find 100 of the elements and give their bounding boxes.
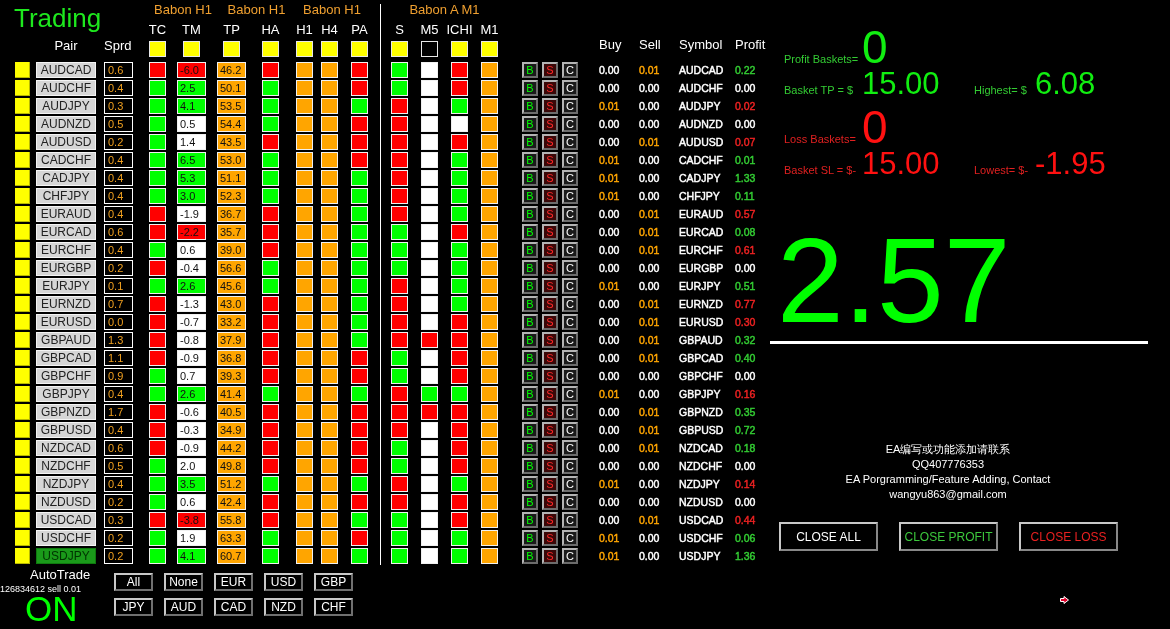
row-toggle[interactable] <box>15 350 30 366</box>
close-order-button[interactable]: C <box>562 422 578 438</box>
column-toggle[interactable] <box>451 41 468 57</box>
filter-button[interactable]: CAD <box>214 598 253 616</box>
pair-button[interactable]: GBPUSD <box>36 422 96 438</box>
close-order-button[interactable]: C <box>562 512 578 528</box>
buy-button[interactable]: B <box>522 278 538 294</box>
sell-button[interactable]: S <box>542 134 558 150</box>
column-toggle[interactable] <box>321 41 338 57</box>
close-order-button[interactable]: C <box>562 62 578 78</box>
row-toggle[interactable] <box>15 80 30 96</box>
pair-button[interactable]: NZDCHF <box>36 458 96 474</box>
sell-button[interactable]: S <box>542 350 558 366</box>
close-order-button[interactable]: C <box>562 188 578 204</box>
pair-button[interactable]: GBPCAD <box>36 350 96 366</box>
pair-button[interactable]: GBPCHF <box>36 368 96 384</box>
close-order-button[interactable]: C <box>562 296 578 312</box>
sell-button[interactable]: S <box>542 422 558 438</box>
row-toggle[interactable] <box>15 440 30 456</box>
sell-button[interactable]: S <box>542 224 558 240</box>
column-toggle[interactable] <box>223 41 240 57</box>
pair-button[interactable]: AUDUSD <box>36 134 96 150</box>
buy-button[interactable]: B <box>522 242 538 258</box>
row-toggle[interactable] <box>15 98 30 114</box>
close-all-button[interactable]: CLOSE ALL <box>779 522 878 551</box>
row-toggle[interactable] <box>15 476 30 492</box>
buy-button[interactable]: B <box>522 386 538 402</box>
row-toggle[interactable] <box>15 404 30 420</box>
close-order-button[interactable]: C <box>562 260 578 276</box>
buy-button[interactable]: B <box>522 152 538 168</box>
pair-button[interactable]: AUDJPY <box>36 98 96 114</box>
close-order-button[interactable]: C <box>562 278 578 294</box>
buy-button[interactable]: B <box>522 350 538 366</box>
buy-button[interactable]: B <box>522 224 538 240</box>
sell-button[interactable]: S <box>542 314 558 330</box>
close-profit-button[interactable]: CLOSE PROFIT <box>899 522 998 551</box>
row-toggle[interactable] <box>15 188 30 204</box>
row-toggle[interactable] <box>15 314 30 330</box>
row-toggle[interactable] <box>15 116 30 132</box>
row-toggle[interactable] <box>15 368 30 384</box>
row-toggle[interactable] <box>15 206 30 222</box>
buy-button[interactable]: B <box>522 260 538 276</box>
close-order-button[interactable]: C <box>562 332 578 348</box>
sell-button[interactable]: S <box>542 170 558 186</box>
sell-button[interactable]: S <box>542 116 558 132</box>
column-toggle[interactable] <box>351 41 368 57</box>
sell-button[interactable]: S <box>542 260 558 276</box>
pair-button[interactable]: EURJPY <box>36 278 96 294</box>
buy-button[interactable]: B <box>522 134 538 150</box>
sell-button[interactable]: S <box>542 512 558 528</box>
sell-button[interactable]: S <box>542 80 558 96</box>
close-order-button[interactable]: C <box>562 116 578 132</box>
close-order-button[interactable]: C <box>562 404 578 420</box>
filter-button[interactable]: GBP <box>314 573 353 591</box>
autotrade-status[interactable]: ON <box>25 595 78 623</box>
close-order-button[interactable]: C <box>562 350 578 366</box>
sell-button[interactable]: S <box>542 296 558 312</box>
pair-button[interactable]: USDJPY <box>36 548 96 564</box>
sell-button[interactable]: S <box>542 548 558 564</box>
buy-button[interactable]: B <box>522 296 538 312</box>
close-order-button[interactable]: C <box>562 152 578 168</box>
row-toggle[interactable] <box>15 458 30 474</box>
pair-button[interactable]: USDCHF <box>36 530 96 546</box>
pair-button[interactable]: AUDCHF <box>36 80 96 96</box>
close-order-button[interactable]: C <box>562 80 578 96</box>
row-toggle[interactable] <box>15 422 30 438</box>
pair-button[interactable]: GBPAUD <box>36 332 96 348</box>
sell-button[interactable]: S <box>542 188 558 204</box>
sell-button[interactable]: S <box>542 386 558 402</box>
column-toggle[interactable] <box>262 41 279 57</box>
buy-button[interactable]: B <box>522 458 538 474</box>
column-toggle[interactable] <box>183 41 200 57</box>
row-toggle[interactable] <box>15 530 30 546</box>
pair-button[interactable]: USDCAD <box>36 512 96 528</box>
column-toggle[interactable] <box>421 41 438 57</box>
sell-button[interactable]: S <box>542 332 558 348</box>
pair-button[interactable]: EURCHF <box>36 242 96 258</box>
close-order-button[interactable]: C <box>562 476 578 492</box>
sell-button[interactable]: S <box>542 368 558 384</box>
close-order-button[interactable]: C <box>562 440 578 456</box>
sell-button[interactable]: S <box>542 440 558 456</box>
column-toggle[interactable] <box>149 41 166 57</box>
row-toggle[interactable] <box>15 62 30 78</box>
close-order-button[interactable]: C <box>562 242 578 258</box>
filter-button[interactable]: EUR <box>214 573 253 591</box>
sell-button[interactable]: S <box>542 476 558 492</box>
buy-button[interactable]: B <box>522 494 538 510</box>
buy-button[interactable]: B <box>522 512 538 528</box>
pair-button[interactable]: EURNZD <box>36 296 96 312</box>
buy-button[interactable]: B <box>522 404 538 420</box>
filter-button[interactable]: None <box>164 573 203 591</box>
pair-button[interactable]: EURUSD <box>36 314 96 330</box>
row-toggle[interactable] <box>15 278 30 294</box>
sell-button[interactable]: S <box>542 278 558 294</box>
buy-button[interactable]: B <box>522 422 538 438</box>
row-toggle[interactable] <box>15 224 30 240</box>
pair-button[interactable]: NZDCAD <box>36 440 96 456</box>
pair-button[interactable]: GBPJPY <box>36 386 96 402</box>
row-toggle[interactable] <box>15 170 30 186</box>
close-order-button[interactable]: C <box>562 458 578 474</box>
